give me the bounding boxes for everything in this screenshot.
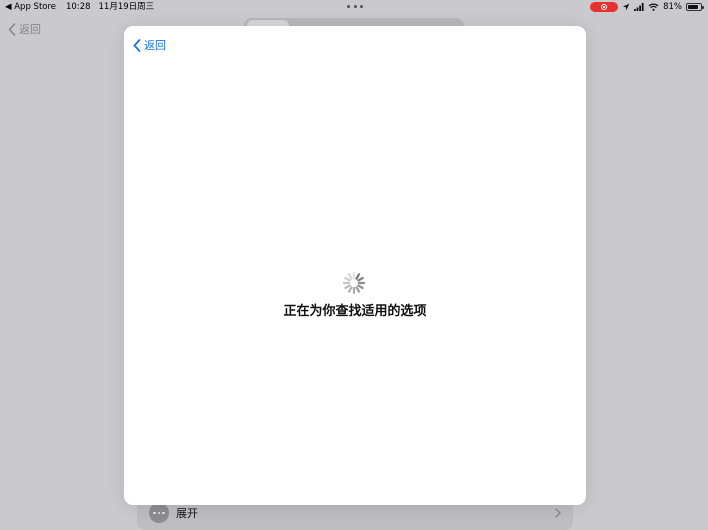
back-to-app-store-link[interactable]: ◀ App Store (5, 0, 56, 14)
ellipsis-icon (149, 503, 169, 523)
spinner-spoke (347, 286, 353, 293)
modal-back-button[interactable]: 返回 (133, 38, 166, 52)
multitasking-dots-icon[interactable] (347, 5, 363, 9)
activity-spinner-icon (342, 271, 366, 295)
spinner-spoke (357, 276, 364, 282)
screen-recording-icon[interactable] (590, 2, 619, 12)
status-date: 11月19日周三 (98, 2, 155, 12)
battery-icon (686, 3, 704, 11)
background-back-button[interactable]: 返回 (8, 22, 41, 36)
spinner-spoke (344, 276, 351, 282)
chevron-left-icon (8, 22, 16, 36)
cellular-signal-icon (634, 3, 644, 11)
background-back-label: 返回 (19, 23, 41, 36)
location-arrow-icon (622, 3, 630, 11)
loading-message: 正在为你查找适用的选项 (283, 304, 427, 319)
wifi-icon (648, 3, 659, 11)
status-bar: ◀ App Store 10:28 11月19日周三 81% (0, 0, 708, 14)
status-bar-right: 81% (590, 1, 704, 13)
spinner-spoke (347, 273, 353, 280)
spinner-spoke (357, 284, 364, 290)
spinner-spoke (355, 273, 361, 280)
chevron-left-icon (133, 38, 141, 52)
spinner-spoke (355, 286, 361, 293)
status-bar-left: ◀ App Store 10:28 11月19日周三 (5, 0, 154, 14)
spinner-spoke (344, 284, 351, 290)
modal-back-label: 返回 (144, 39, 166, 52)
chevron-right-icon (555, 508, 561, 518)
expand-row-label: 展开 (176, 507, 198, 520)
status-time: 10:28 (66, 2, 91, 12)
battery-percentage: 81% (663, 2, 682, 12)
loading-modal-sheet: 返回 正在为你查找适用的选项 (124, 26, 586, 505)
